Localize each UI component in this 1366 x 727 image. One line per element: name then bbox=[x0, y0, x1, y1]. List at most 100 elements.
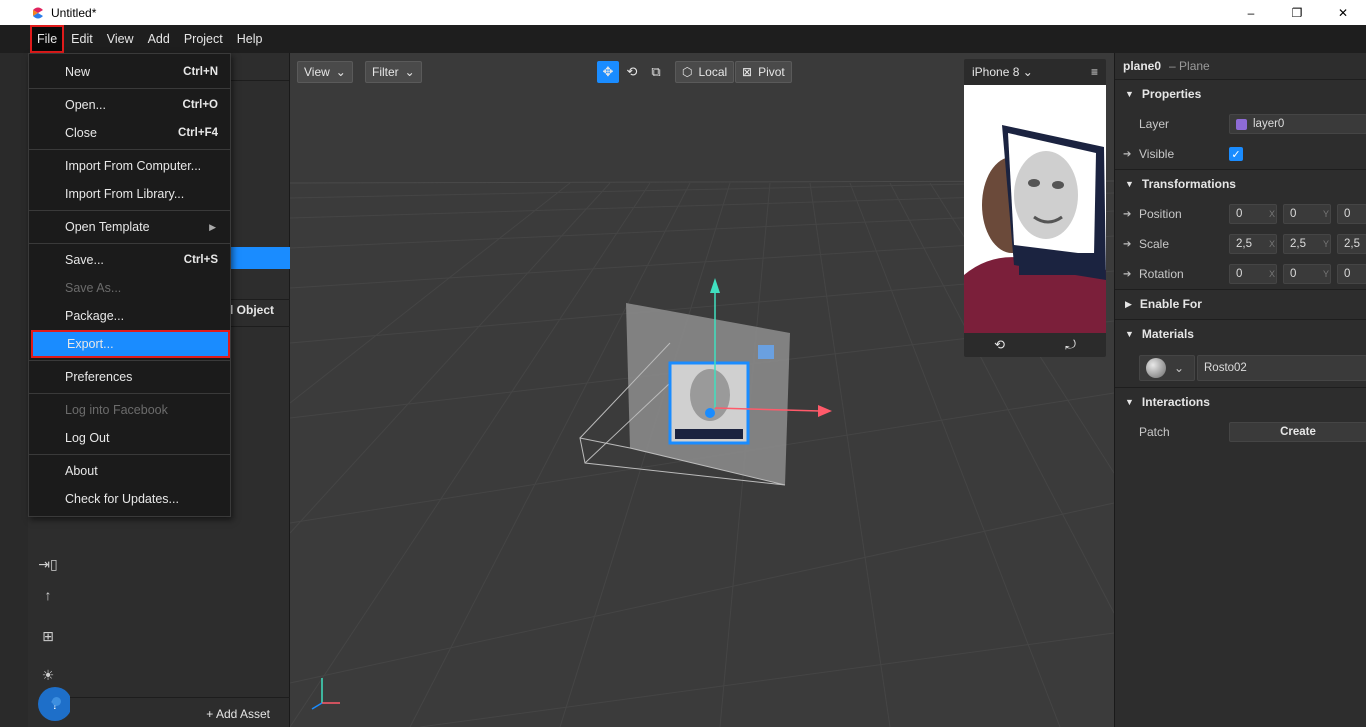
position-x: 0 bbox=[1236, 208, 1243, 220]
axis-y-label: Y bbox=[1323, 269, 1330, 279]
object-name: plane0 bbox=[1123, 59, 1162, 73]
minimize-button[interactable]: – bbox=[1228, 0, 1274, 25]
visible-checkbox[interactable]: ✓ bbox=[1229, 147, 1243, 161]
triangle-right-icon: ▶ bbox=[1125, 298, 1132, 309]
menu-icon[interactable]: ≡ bbox=[1091, 65, 1098, 79]
close-button[interactable]: ✕ bbox=[1320, 0, 1366, 25]
scale-z-field[interactable]: 2,5 bbox=[1337, 234, 1366, 254]
device-simulator: iPhone 8 ⌄ ≡ ⟲ ⤾ bbox=[964, 59, 1106, 357]
add-folder-icon[interactable]: ⊞ bbox=[38, 628, 58, 646]
log-out-label: Log Out bbox=[65, 431, 110, 445]
triangle-down-icon: ▼ bbox=[1125, 329, 1134, 339]
simulator-preview bbox=[964, 85, 1106, 333]
menu-view[interactable]: View bbox=[100, 25, 141, 53]
restart-icon[interactable]: ⟲ bbox=[994, 337, 1005, 353]
keyframe-arrow-icon[interactable]: ➔ bbox=[1123, 269, 1131, 280]
menu-item-close[interactable]: Close Ctrl+F4 bbox=[29, 119, 230, 147]
position-z: 0 bbox=[1344, 208, 1351, 220]
enable-for-section[interactable]: ▶ Enable For bbox=[1115, 289, 1366, 319]
add-object-button[interactable]: l Object bbox=[230, 303, 274, 317]
visible-row: ➔ Visible ✓ bbox=[1115, 139, 1366, 169]
filter-dropdown[interactable]: Filter ⌄ bbox=[365, 61, 422, 83]
selected-scene-item[interactable] bbox=[230, 247, 290, 269]
material-sphere-icon bbox=[1146, 358, 1166, 378]
menu-item-log-out[interactable]: Log Out bbox=[29, 424, 230, 452]
menu-help[interactable]: Help bbox=[230, 25, 270, 53]
upload-icon[interactable]: ↑ bbox=[38, 587, 58, 605]
layer-dropdown[interactable]: layer0 bbox=[1229, 114, 1366, 134]
menu-project[interactable]: Project bbox=[177, 25, 230, 53]
keyframe-arrow-icon[interactable]: ➔ bbox=[1123, 209, 1131, 220]
notification-dot bbox=[52, 697, 61, 706]
menu-add[interactable]: Add bbox=[141, 25, 177, 53]
about-label: About bbox=[65, 464, 98, 478]
restore-button[interactable]: ❐ bbox=[1274, 0, 1320, 25]
menu-item-save[interactable]: Save... Ctrl+S bbox=[29, 246, 230, 274]
create-patch-button[interactable]: Create bbox=[1229, 422, 1366, 442]
axis-x-label: X bbox=[1269, 269, 1276, 279]
triangle-down-icon: ▼ bbox=[1125, 89, 1134, 99]
menu-item-about[interactable]: About bbox=[29, 457, 230, 485]
open-shortcut: Ctrl+O bbox=[182, 99, 218, 111]
menu-item-new[interactable]: New Ctrl+N bbox=[29, 58, 230, 86]
menu-item-save-as: Save As... bbox=[29, 274, 230, 302]
chevron-down-icon: ⌄ bbox=[1174, 361, 1185, 375]
menu-edit[interactable]: Edit bbox=[64, 25, 100, 53]
menu-separator bbox=[29, 149, 230, 150]
menu-item-import-computer[interactable]: Import From Computer... bbox=[29, 152, 230, 180]
menu-item-preferences[interactable]: Preferences bbox=[29, 363, 230, 391]
materials-section[interactable]: ▼ Materials bbox=[1115, 319, 1366, 349]
menu-item-package[interactable]: Package... bbox=[29, 302, 230, 330]
import-computer-label: Import From Computer... bbox=[65, 159, 202, 173]
rotate-device-icon[interactable]: ⤾ bbox=[1065, 337, 1076, 353]
filter-label: Filter bbox=[372, 65, 399, 79]
menu-item-check-updates[interactable]: Check for Updates... bbox=[29, 485, 230, 513]
chevron-down-icon: ⌄ bbox=[404, 65, 415, 79]
rotate-tool-icon[interactable]: ⟲ bbox=[621, 61, 643, 83]
menu-item-export[interactable]: Export... bbox=[31, 330, 230, 358]
pivot-label: Pivot bbox=[758, 65, 785, 79]
transformations-section[interactable]: ▼ Transformations bbox=[1115, 169, 1366, 199]
layer-value: layer0 bbox=[1253, 118, 1285, 130]
properties-section[interactable]: ▼ Properties bbox=[1115, 79, 1366, 109]
patch-label: Patch bbox=[1139, 425, 1170, 439]
menu-item-open[interactable]: Open... Ctrl+O bbox=[29, 91, 230, 119]
position-y: 0 bbox=[1290, 208, 1297, 220]
local-toggle[interactable]: ⬡ Local bbox=[675, 61, 735, 83]
scale-tool-icon[interactable]: ⧉ bbox=[645, 61, 667, 83]
bug-icon[interactable]: ☀ bbox=[38, 667, 58, 685]
open-label: Open... bbox=[65, 98, 106, 112]
preferences-label: Preferences bbox=[65, 370, 133, 384]
scene-viewport[interactable]: View ⌄ Filter ⌄ ✥ ⟲ ⧉ ⬡ Local ⊠ Pivot iP… bbox=[290, 53, 1114, 727]
position-row: ➔ Position 0 X 0 Y 0 bbox=[1115, 199, 1366, 229]
menu-bar: File Edit View Add Project Help bbox=[0, 25, 1366, 53]
position-z-field[interactable]: 0 bbox=[1337, 204, 1366, 224]
pivot-toggle[interactable]: ⊠ Pivot bbox=[735, 61, 792, 83]
menu-item-import-library[interactable]: Import From Library... bbox=[29, 180, 230, 208]
menu-separator bbox=[29, 454, 230, 455]
menu-item-open-template[interactable]: Open Template ▶ bbox=[29, 213, 230, 241]
keyframe-arrow-icon[interactable]: ➔ bbox=[1123, 149, 1131, 160]
material-picker[interactable]: ⌄ bbox=[1139, 355, 1195, 381]
object-type: – Plane bbox=[1169, 59, 1210, 73]
check-updates-label: Check for Updates... bbox=[65, 492, 179, 506]
rotation-z-field[interactable]: 0 bbox=[1337, 264, 1366, 284]
device-dropdown[interactable]: iPhone 8 ⌄ bbox=[972, 65, 1033, 79]
add-asset-button[interactable]: + Add Asset bbox=[206, 707, 270, 721]
interactions-section[interactable]: ▼ Interactions bbox=[1115, 387, 1366, 417]
device-send-icon[interactable]: ⇥▯ bbox=[38, 556, 58, 574]
keyframe-arrow-icon[interactable]: ➔ bbox=[1123, 239, 1131, 250]
transformations-label: Transformations bbox=[1141, 177, 1236, 191]
inspector-header: plane0 – Plane bbox=[1115, 53, 1366, 79]
spark-ar-logo-icon bbox=[31, 6, 45, 20]
window-title: Untitled* bbox=[51, 5, 97, 20]
material-name-field[interactable]: Rosto02 bbox=[1197, 355, 1366, 381]
move-tool-icon[interactable]: ✥ bbox=[597, 61, 619, 83]
menu-file[interactable]: File bbox=[30, 25, 65, 53]
export-label: Export... bbox=[67, 337, 114, 351]
submenu-arrow-icon: ▶ bbox=[209, 221, 216, 232]
close-label: Close bbox=[65, 126, 97, 140]
view-dropdown[interactable]: View ⌄ bbox=[297, 61, 353, 83]
visible-label: Visible bbox=[1139, 147, 1175, 161]
menu-separator bbox=[29, 210, 230, 211]
